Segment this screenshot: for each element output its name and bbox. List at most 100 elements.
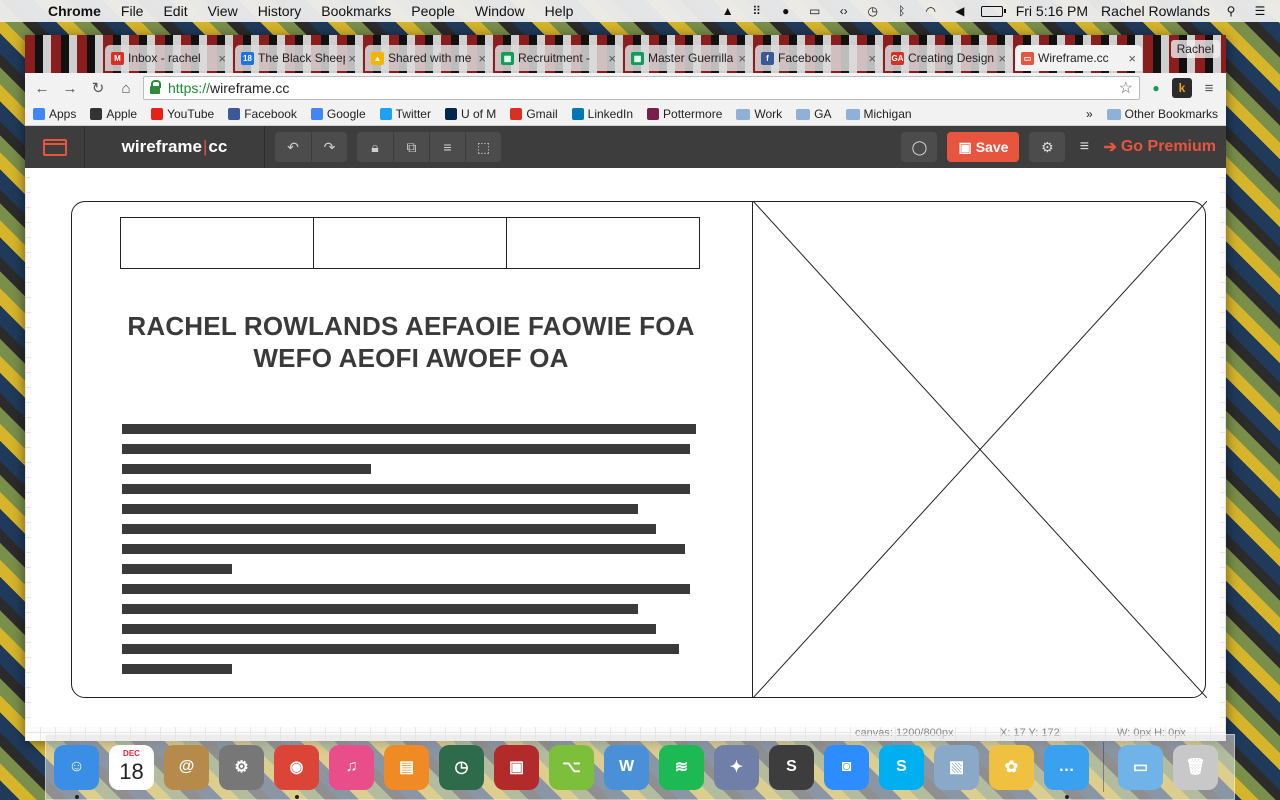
lock-element-icon[interactable]: 🔒︎: [357, 132, 393, 162]
browser-tab[interactable]: ▦ Master Guerrilla ×: [625, 45, 752, 71]
browser-tab[interactable]: ▦ Recruitment - ×: [495, 45, 622, 71]
menu-edit[interactable]: Edit: [153, 3, 197, 19]
tab-close-icon[interactable]: ×: [478, 51, 486, 66]
finder-icon[interactable]: ☺: [54, 744, 99, 799]
system-preferences-icon[interactable]: ⚙: [219, 744, 264, 790]
bookmark-item[interactable]: Facebook: [228, 107, 297, 121]
k-extension-icon[interactable]: k: [1172, 78, 1192, 98]
trash-icon[interactable]: 🗑: [1173, 744, 1218, 790]
menu-bookmarks[interactable]: Bookmarks: [311, 3, 401, 19]
bookmark-item[interactable]: LinkedIn: [571, 107, 633, 121]
chrome-menu-icon[interactable]: ≡: [1198, 77, 1220, 99]
wireframe-paragraph[interactable]: [122, 424, 702, 684]
notification-center-icon[interactable]: ☰: [1252, 4, 1268, 18]
itunes-icon[interactable]: ♫: [329, 744, 374, 790]
grid-icon[interactable]: ⠿: [749, 4, 765, 18]
bookmark-item[interactable]: Michigan: [845, 107, 912, 121]
downloads-folder-icon[interactable]: ▭: [1118, 744, 1163, 790]
photo-booth-icon[interactable]: ▣: [494, 744, 539, 790]
bookmark-item[interactable]: Twitter: [379, 107, 431, 121]
photos-icon[interactable]: ✿: [989, 744, 1034, 790]
bookmark-star-icon[interactable]: ☆: [1119, 78, 1133, 98]
contacts-icon[interactable]: @: [164, 744, 209, 790]
browser-tab[interactable]: M Inbox - rachel ×: [105, 45, 232, 71]
forward-icon[interactable]: →: [59, 77, 81, 99]
settings-icon[interactable]: ⚙: [1029, 132, 1066, 162]
time-machine-icon[interactable]: ◷: [439, 744, 484, 790]
browser-tab[interactable]: GA Creating Design ×: [885, 45, 1012, 71]
bookmark-item[interactable]: Google: [310, 107, 366, 121]
go-premium-link[interactable]: ➔ Go Premium: [1097, 137, 1226, 157]
spotlight-icon[interactable]: ⚲: [1223, 4, 1239, 18]
volume-icon[interactable]: ◀: [952, 4, 968, 18]
chrome-icon[interactable]: ◉: [274, 744, 319, 799]
wireframe-heading[interactable]: RACHEL ROWLANDS AEFAOIE FAOWIE FOA WEFO …: [92, 310, 730, 374]
wireframe-card[interactable]: RACHEL ROWLANDS AEFAOIE FAOWIE FOA WEFO …: [71, 201, 1207, 698]
undo-icon[interactable]: ↶: [275, 132, 311, 162]
wireframe-tab-cell[interactable]: [506, 218, 699, 268]
browser-tab[interactable]: ▲ Shared with me ×: [365, 45, 492, 71]
ibooks-icon[interactable]: ▤: [384, 744, 429, 790]
menu-view[interactable]: View: [198, 3, 248, 19]
wireframe-tab-cell[interactable]: [121, 218, 313, 268]
preview-icon[interactable]: ▧: [934, 744, 979, 790]
wireframe-tab-bar[interactable]: [120, 217, 700, 269]
bookmark-item[interactable]: Work: [736, 107, 782, 121]
bookmark-item[interactable]: Gmail: [510, 107, 558, 121]
menu-help[interactable]: Help: [535, 3, 584, 19]
menu-window[interactable]: Window: [465, 3, 535, 19]
menu-history[interactable]: History: [248, 3, 312, 19]
bookmark-item[interactable]: Pottermore: [647, 107, 722, 121]
back-icon[interactable]: ←: [31, 77, 53, 99]
spotify-icon[interactable]: ≋: [659, 744, 704, 790]
launchpad-icon[interactable]: ✦: [714, 744, 759, 790]
skype-icon[interactable]: S: [879, 744, 924, 790]
browser-tab[interactable]: f Facebook ×: [755, 45, 882, 71]
hangouts-extension-icon[interactable]: ●: [1146, 78, 1166, 98]
bluetooth-icon[interactable]: ᛒ: [894, 4, 910, 18]
wunderlist-icon[interactable]: W: [604, 744, 649, 790]
notification-icon[interactable]: ●: [778, 4, 794, 18]
tab-close-icon[interactable]: ×: [738, 51, 746, 66]
reload-icon[interactable]: ↻: [87, 77, 109, 99]
airplay-icon[interactable]: ▭: [807, 4, 823, 18]
app-menu[interactable]: Chrome: [38, 3, 111, 19]
select-area-icon[interactable]: ⬚: [465, 132, 501, 162]
home-icon[interactable]: ⌂: [115, 77, 137, 99]
sourcetree-icon[interactable]: ⌥: [549, 744, 594, 790]
tab-close-icon[interactable]: ×: [868, 51, 876, 66]
redo-icon[interactable]: ↷: [311, 132, 347, 162]
browser-tab[interactable]: 18 The Black Sheep ×: [235, 45, 362, 71]
arrange-icon[interactable]: ⧉: [393, 132, 429, 162]
hamburger-icon[interactable]: ≡: [1071, 132, 1097, 162]
code-icon[interactable]: ‹›: [836, 4, 852, 18]
bookmark-item[interactable]: GA: [796, 107, 832, 121]
canvas-area[interactable]: RACHEL ROWLANDS AEFAOIE FAOWIE FOA WEFO …: [25, 177, 1226, 741]
align-icon[interactable]: ≡: [429, 132, 465, 162]
tab-close-icon[interactable]: ×: [608, 51, 616, 66]
wireframe-image-placeholder[interactable]: [752, 201, 1207, 698]
profile-button[interactable]: Rachel: [1170, 40, 1220, 58]
wifi-icon[interactable]: ◠: [923, 4, 939, 18]
drive-icon[interactable]: ▲: [720, 4, 736, 18]
bookmark-item[interactable]: YouTube: [151, 107, 214, 121]
browser-tab[interactable]: ▭ Wireframe.cc ×: [1015, 45, 1142, 71]
battery-icon[interactable]: [980, 5, 1006, 17]
address-bar[interactable]: https:// wireframe.cc ☆: [143, 76, 1140, 100]
tab-close-icon[interactable]: ×: [998, 51, 1006, 66]
zoom-icon[interactable]: ◙: [824, 744, 869, 790]
bookmark-item[interactable]: U of M: [444, 107, 496, 121]
app-menu-button[interactable]: [25, 126, 85, 168]
bookmarks-overflow-button[interactable]: »: [1086, 107, 1093, 121]
comment-icon[interactable]: ◯: [901, 132, 938, 162]
tab-close-icon[interactable]: ×: [348, 51, 356, 66]
sublime-text-icon[interactable]: S: [769, 744, 814, 790]
calendar-icon[interactable]: DEC 18: [109, 744, 154, 790]
tab-close-icon[interactable]: ×: [218, 51, 226, 66]
tab-close-icon[interactable]: ×: [1128, 51, 1136, 66]
menu-people[interactable]: People: [401, 3, 465, 19]
bookmark-item[interactable]: Apps: [33, 107, 76, 121]
save-button[interactable]: ▣ Save: [947, 132, 1020, 162]
wireframe-tab-cell[interactable]: [313, 218, 506, 268]
menu-file[interactable]: File: [111, 3, 154, 19]
